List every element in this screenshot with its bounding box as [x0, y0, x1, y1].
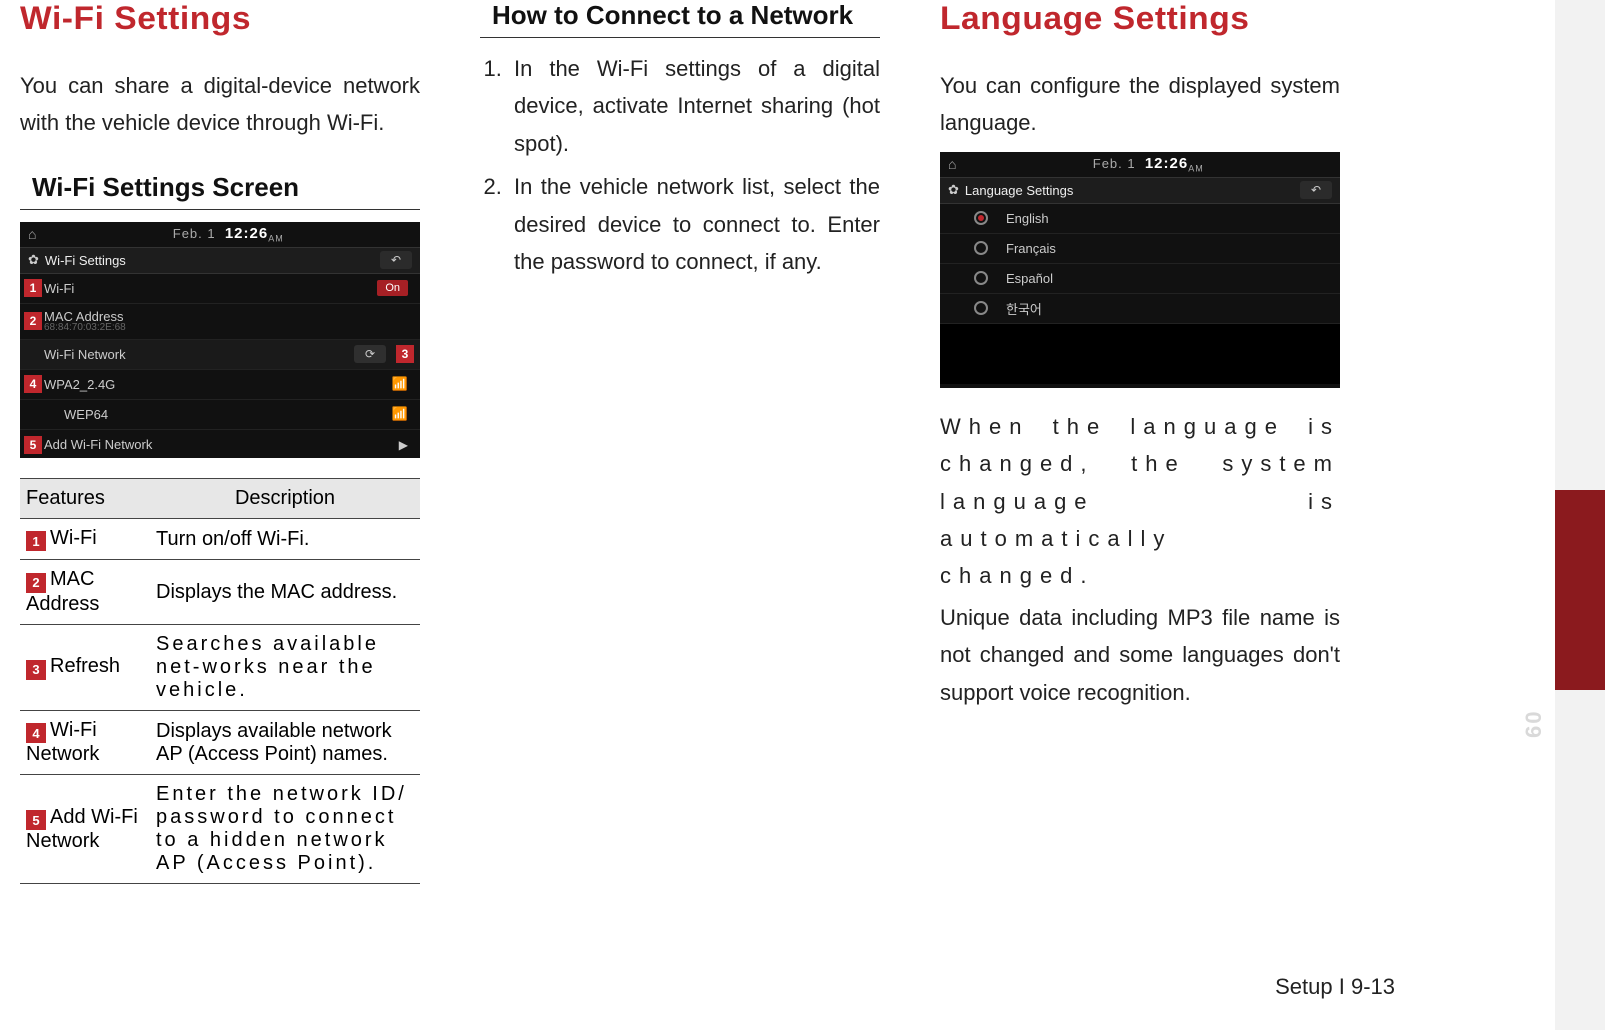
lang-option-espanol: Español	[940, 264, 1340, 294]
refresh-icon: ⟳	[354, 345, 386, 363]
row-network-header: Wi-Fi Network ⟳ 3	[20, 340, 420, 370]
status-date: Feb. 1 12:26AM	[964, 155, 1332, 174]
lang-label: Español	[1006, 271, 1332, 286]
back-icon: ↶	[380, 251, 412, 269]
callout-5: 5	[24, 436, 42, 454]
page-footer: Setup I 9-13	[1275, 974, 1395, 1000]
features-table: Features Description 1Wi-Fi Turn on/off …	[20, 478, 420, 885]
table-row: 2MAC Address Displays the MAC address.	[20, 560, 420, 625]
language-body-2: Unique data including MP3 file name is n…	[940, 599, 1340, 711]
wifi-on-toggle: On	[377, 280, 408, 296]
table-row: 5Add Wi-Fi Network Enter the network ID/…	[20, 775, 420, 884]
language-intro: You can configure the displayed system l…	[940, 67, 1340, 142]
callout-4: 4	[24, 375, 42, 393]
wifi-screen-subheading: Wi-Fi Settings Screen	[20, 172, 420, 210]
connect-steps: In the Wi-Fi settings of a digital devic…	[480, 50, 880, 280]
language-screenshot: ⌂ Feb. 1 12:26AM ✿ Language Settings ↶ E…	[940, 152, 1340, 388]
table-row: 4Wi-Fi Network Displays available networ…	[20, 710, 420, 775]
screen-title: Wi-Fi Settings	[45, 253, 374, 268]
chevron-right-icon: ▶	[399, 438, 412, 452]
language-settings-heading: Language Settings	[940, 0, 1360, 37]
wifi-screenshot: ⌂ Feb. 1 12:26AM ✿ Wi-Fi Settings ↶ 1 Wi…	[20, 222, 420, 458]
lang-label: 한국어	[1006, 299, 1332, 318]
home-icon: ⌂	[28, 226, 36, 242]
lang-label: English	[1006, 211, 1332, 226]
table-row: 1Wi-Fi Turn on/off Wi-Fi.	[20, 518, 420, 560]
gear-icon: ✿	[28, 252, 39, 268]
connect-subheading: How to Connect to a Network	[480, 0, 880, 38]
wifi-signal-icon: 📶	[392, 376, 412, 392]
wifi-signal-icon: 📶	[392, 406, 412, 422]
radio-icon	[974, 271, 988, 285]
home-icon: ⌂	[948, 156, 956, 172]
network-header-label: Wi-Fi Network	[44, 347, 346, 362]
callout-3: 3	[396, 345, 414, 363]
status-date: Feb. 1 12:26AM	[44, 225, 412, 244]
lang-label: Français	[1006, 241, 1332, 256]
lang-option-english: English	[940, 204, 1340, 234]
radio-icon	[974, 241, 988, 255]
chapter-tab	[1555, 490, 1605, 690]
row-network-2: WEP64 📶	[20, 400, 420, 430]
row-wifi: 1 Wi-Fi On	[20, 274, 420, 304]
add-network-label: Add Wi-Fi Network	[44, 437, 391, 452]
row-mac: 2 MAC Address 68:84:70:03:2E:68	[20, 304, 420, 340]
back-icon: ↶	[1300, 181, 1332, 199]
wifi-settings-heading: Wi-Fi Settings	[20, 0, 440, 37]
row-add-network: 5 Add Wi-Fi Network ▶	[20, 430, 420, 460]
mac-label: MAC Address 68:84:70:03:2E:68	[44, 309, 412, 333]
screen-title: Language Settings	[965, 183, 1294, 198]
chapter-number: 09	[1519, 712, 1545, 740]
th-description: Description	[150, 478, 420, 518]
row-network-1: 4 WPA2_2.4G 📶	[20, 370, 420, 400]
table-row: 3Refresh Searches available net-works ne…	[20, 624, 420, 710]
step-2: In the vehicle network list, select the …	[508, 168, 880, 280]
callout-1: 1	[24, 279, 42, 297]
wifi-intro-text: You can share a digital-device network w…	[20, 67, 420, 142]
network-2-label: WEP64	[44, 407, 384, 422]
lang-option-korean: 한국어	[940, 294, 1340, 324]
network-1-label: WPA2_2.4G	[44, 377, 384, 392]
step-1: In the Wi-Fi settings of a digital devic…	[508, 50, 880, 162]
wifi-label: Wi-Fi	[44, 281, 369, 296]
lang-option-francais: Français	[940, 234, 1340, 264]
radio-checked-icon	[974, 211, 988, 225]
th-features: Features	[20, 478, 150, 518]
gear-icon: ✿	[948, 182, 959, 198]
language-body-1: When the language is changed, the system…	[940, 408, 1340, 595]
callout-2: 2	[24, 312, 42, 330]
radio-icon	[974, 301, 988, 315]
